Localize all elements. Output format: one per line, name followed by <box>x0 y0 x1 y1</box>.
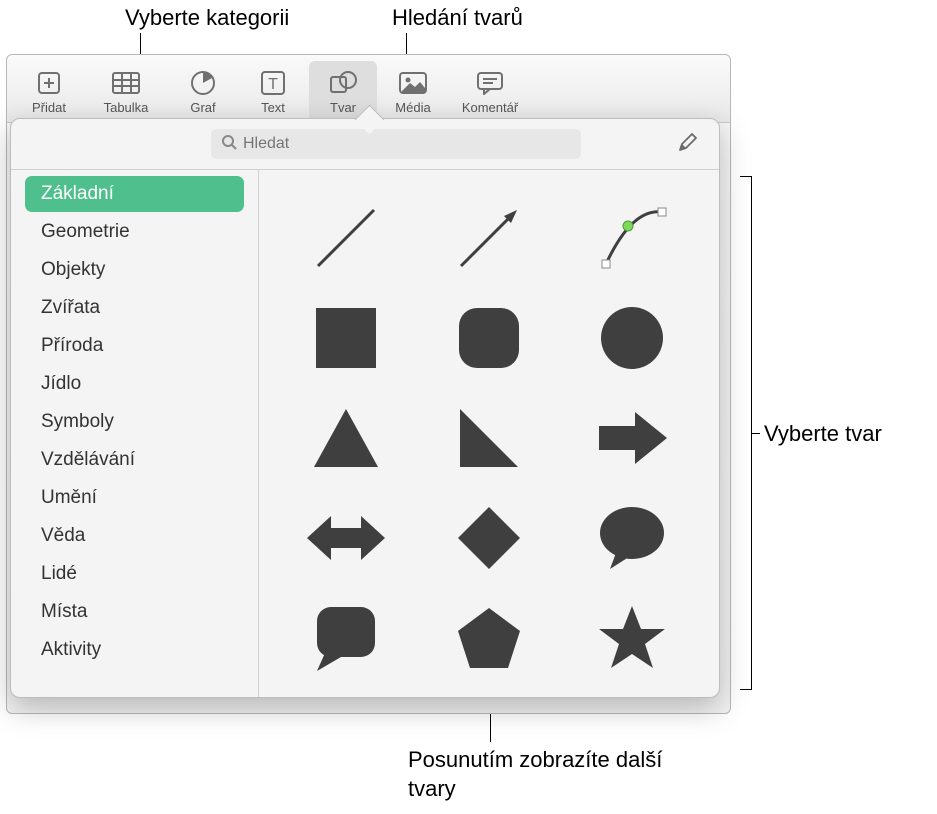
callout-search: Hledání tvarů <box>392 4 523 33</box>
toolbar-add-button[interactable]: Přidat <box>15 61 83 121</box>
toolbar-text-button[interactable]: T Text <box>239 61 307 121</box>
sidebar-item-places[interactable]: Místa <box>25 594 244 630</box>
sidebar-item-label: Věda <box>41 525 85 546</box>
shape-diamond[interactable] <box>432 490 545 586</box>
sidebar-item-label: Příroda <box>41 335 103 356</box>
popover-body: Základní Geometrie Objekty Zvířata Příro… <box>11 169 719 697</box>
sidebar-item-art[interactable]: Umění <box>25 480 244 516</box>
plus-page-icon <box>34 68 64 98</box>
table-icon <box>111 68 141 98</box>
toolbar-label: Tabulka <box>104 100 149 115</box>
sidebar-item-nature[interactable]: Příroda <box>25 328 244 364</box>
search-icon <box>221 134 237 155</box>
sidebar-item-label: Objekty <box>41 259 105 280</box>
sidebar-item-symbols[interactable]: Symboly <box>25 404 244 440</box>
toolbar-label: Tvar <box>330 100 356 115</box>
pen-icon <box>677 131 699 158</box>
callout-line <box>752 433 760 434</box>
sidebar-item-label: Jídlo <box>41 373 81 394</box>
search-field[interactable] <box>211 129 581 159</box>
shape-rounded-square[interactable] <box>432 290 545 386</box>
shape-triangle[interactable] <box>289 390 402 486</box>
shape-speech-bubble-square[interactable] <box>289 590 402 686</box>
text-icon: T <box>258 68 288 98</box>
callout-category: Vyberte kategorii <box>125 4 289 33</box>
sidebar-item-education[interactable]: Vzdělávání <box>25 442 244 478</box>
toolbar-media-button[interactable]: Média <box>379 61 447 121</box>
toolbar-comment-button[interactable]: Komentář <box>449 61 531 121</box>
sidebar-item-label: Aktivity <box>41 639 101 660</box>
callout-select-shape: Vyberte tvar <box>764 420 882 449</box>
sidebar-item-label: Základní <box>41 183 114 204</box>
sidebar-item-basic[interactable]: Základní <box>25 176 244 212</box>
toolbar-chart-button[interactable]: Graf <box>169 61 237 121</box>
shape-arrow-line[interactable] <box>432 190 545 286</box>
comment-icon <box>475 68 505 98</box>
shape-curve[interactable] <box>576 190 689 286</box>
shape-line[interactable] <box>289 190 402 286</box>
media-icon <box>398 68 428 98</box>
sidebar-item-label: Lidé <box>41 563 77 584</box>
sidebar-item-label: Zvířata <box>41 297 100 318</box>
sidebar-item-animals[interactable]: Zvířata <box>25 290 244 326</box>
sidebar-item-people[interactable]: Lidé <box>25 556 244 592</box>
sidebar-item-label: Geometrie <box>41 221 130 242</box>
callout-bracket <box>740 176 752 690</box>
sidebar-item-geometry[interactable]: Geometrie <box>25 214 244 250</box>
shapes-popover: Základní Geometrie Objekty Zvířata Příro… <box>10 118 720 698</box>
popover-header <box>11 119 719 169</box>
draw-shape-button[interactable] <box>675 131 701 157</box>
search-input[interactable] <box>243 135 571 153</box>
chart-icon <box>188 68 218 98</box>
sidebar-item-label: Místa <box>41 601 87 622</box>
shape-arrow-left-right[interactable] <box>289 490 402 586</box>
toolbar-label: Graf <box>190 100 215 115</box>
sidebar-item-food[interactable]: Jídlo <box>25 366 244 402</box>
toolbar-table-button[interactable]: Tabulka <box>85 61 167 121</box>
callout-scroll: Posunutím zobrazíte další tvary <box>408 746 668 803</box>
shape-arrow-right[interactable] <box>576 390 689 486</box>
sidebar-item-label: Umění <box>41 487 97 508</box>
shape-pentagon[interactable] <box>432 590 545 686</box>
shape-star[interactable] <box>576 590 689 686</box>
shape-square[interactable] <box>289 290 402 386</box>
sidebar-item-label: Vzdělávání <box>41 449 135 470</box>
toolbar-label: Přidat <box>32 100 66 115</box>
svg-text:T: T <box>268 76 278 93</box>
sidebar-item-objects[interactable]: Objekty <box>25 252 244 288</box>
shape-right-triangle[interactable] <box>432 390 545 486</box>
sidebar-item-activities[interactable]: Aktivity <box>25 632 244 668</box>
shape-circle[interactable] <box>576 290 689 386</box>
toolbar-label: Text <box>261 100 285 115</box>
category-sidebar: Základní Geometrie Objekty Zvířata Příro… <box>11 170 259 697</box>
toolbar-label: Média <box>395 100 430 115</box>
shape-speech-bubble-round[interactable] <box>576 490 689 586</box>
sidebar-item-science[interactable]: Věda <box>25 518 244 554</box>
shape-icon <box>328 68 358 98</box>
toolbar-label: Komentář <box>462 100 518 115</box>
shape-grid[interactable] <box>259 170 719 697</box>
sidebar-item-label: Symboly <box>41 411 114 432</box>
